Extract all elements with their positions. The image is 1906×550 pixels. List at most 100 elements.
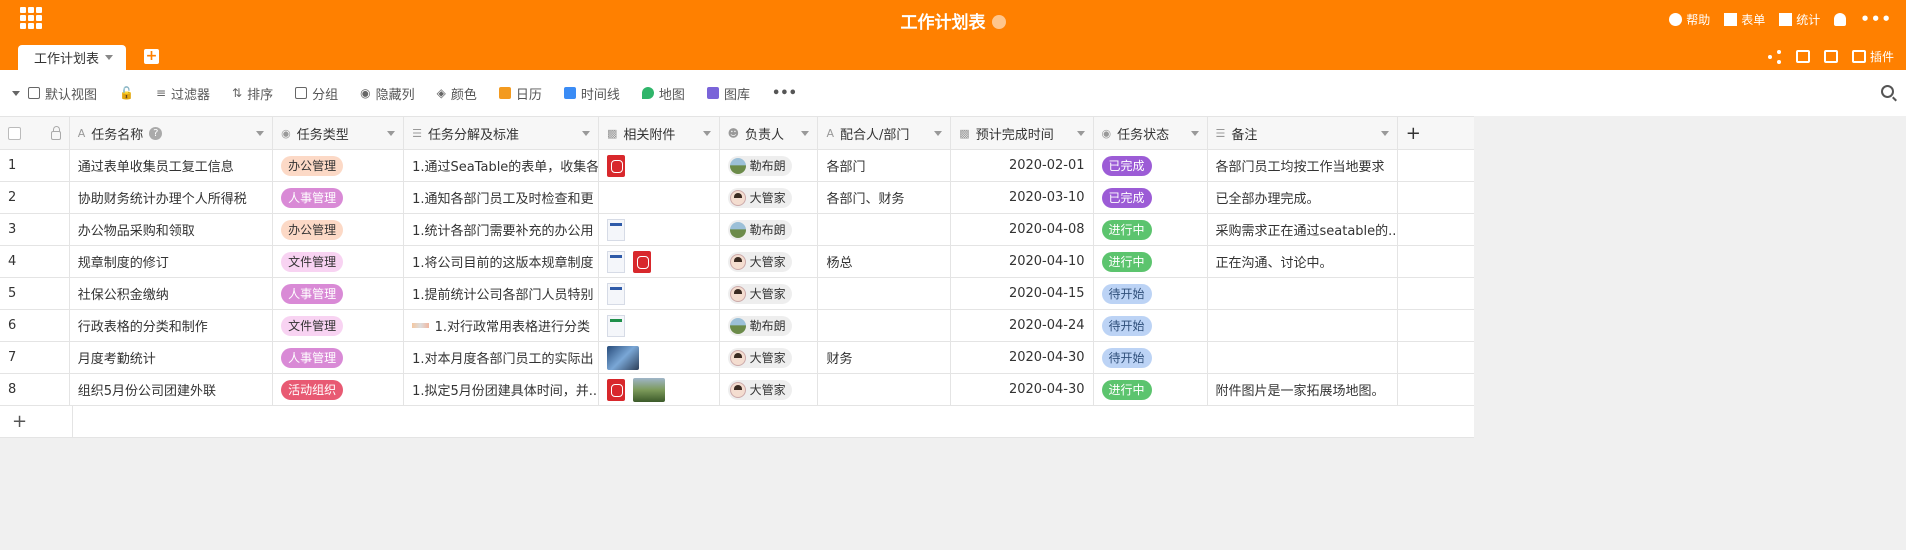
chevron-down-icon[interactable] xyxy=(256,130,265,136)
more-menu-button[interactable]: ••• xyxy=(1860,10,1892,28)
cell-type[interactable]: 人事管理 xyxy=(273,278,405,309)
help-button[interactable]: 帮助 xyxy=(1669,11,1710,28)
tab-work-plan[interactable]: 工作计划表 xyxy=(18,45,126,70)
cell-detail[interactable]: 1.提前统计公司各部门人员特别 xyxy=(404,278,600,309)
cell-status[interactable]: 进行中 xyxy=(1094,214,1208,245)
column-header-note[interactable]: ☰ 备注 xyxy=(1208,117,1398,149)
cell-owner[interactable]: 勒布朗 xyxy=(720,310,819,341)
cell-note[interactable] xyxy=(1208,342,1398,373)
toolbar-more-button[interactable]: ••• xyxy=(772,86,797,101)
doc-file-icon[interactable] xyxy=(607,282,626,305)
chevron-down-icon[interactable] xyxy=(1076,130,1085,136)
base-title[interactable]: 工作计划表 xyxy=(0,8,1906,33)
cell-owner[interactable]: 大管家 xyxy=(720,374,819,405)
cell-date[interactable]: 2020-03-10 xyxy=(951,182,1094,213)
cell-partner[interactable] xyxy=(818,278,952,309)
notification-button[interactable] xyxy=(1834,12,1847,26)
chevron-down-icon[interactable] xyxy=(934,130,943,136)
cell-attachment[interactable] xyxy=(599,182,720,213)
cell-detail[interactable]: 1.通知各部门员工及时检查和更 xyxy=(404,182,600,213)
row-number[interactable]: 4 xyxy=(0,246,70,277)
table-row[interactable]: 3 办公物品采购和领取 办公管理 1.统计各部门需要补充的办公用 勒布朗 2020-04-… xyxy=(0,214,1474,246)
cell-status[interactable]: 进行中 xyxy=(1094,374,1208,405)
calendar-button[interactable]: 日历 xyxy=(498,84,542,103)
add-row-button[interactable]: + xyxy=(0,406,73,437)
lock-button[interactable]: 🔓 xyxy=(119,86,134,100)
cell-date[interactable]: 2020-02-01 xyxy=(951,150,1094,181)
image-thumbnail[interactable] xyxy=(607,345,640,370)
gallery-button[interactable]: 图库 xyxy=(706,84,750,103)
row-number[interactable]: 3 xyxy=(0,214,70,245)
cell-status[interactable]: 已完成 xyxy=(1094,150,1208,181)
filter-button[interactable]: ≡ 过滤器 xyxy=(156,84,210,103)
info-icon[interactable] xyxy=(991,15,1006,29)
cell-note[interactable] xyxy=(1208,310,1398,341)
table-row[interactable]: 1 通过表单收集员工复工信息 办公管理 1.通过SeaTable的表单，收集各 勒布朗 各… xyxy=(0,150,1474,182)
column-header-owner[interactable]: ☻ 负责人 xyxy=(720,117,819,149)
cell-name[interactable]: 通过表单收集员工复工信息 xyxy=(70,150,274,181)
doc-file-icon[interactable] xyxy=(607,218,626,241)
cell-partner[interactable] xyxy=(818,214,952,245)
cell-note[interactable] xyxy=(1208,278,1398,309)
chevron-down-icon[interactable] xyxy=(582,130,591,136)
column-header-name[interactable]: A 任务名称? xyxy=(70,117,274,149)
view-selector[interactable]: 默认视图 xyxy=(28,84,97,103)
import-icon[interactable] xyxy=(1795,50,1810,63)
cell-name[interactable]: 办公物品采购和领取 xyxy=(70,214,274,245)
cell-detail[interactable]: 1.通过SeaTable的表单，收集各 xyxy=(404,150,600,181)
cell-owner[interactable]: 大管家 xyxy=(720,182,819,213)
cell-type[interactable]: 文件管理 xyxy=(273,310,405,341)
row-number[interactable]: 1 xyxy=(0,150,70,181)
cell-attachment[interactable] xyxy=(599,278,720,309)
cell-owner[interactable]: 大管家 xyxy=(720,278,819,309)
cell-name[interactable]: 月度考勤统计 xyxy=(70,342,274,373)
cell-note[interactable]: 附件图片是一家拓展场地图。 xyxy=(1208,374,1398,405)
code-icon[interactable] xyxy=(1823,50,1838,63)
column-header-date[interactable]: ▩ 预计完成时间 xyxy=(951,117,1094,149)
column-header-type[interactable]: ◉ 任务类型 xyxy=(273,117,405,149)
add-table-button[interactable]: + xyxy=(144,49,159,64)
cell-name[interactable]: 组织5月份公司团建外联 xyxy=(70,374,274,405)
chevron-down-icon[interactable] xyxy=(1190,130,1199,136)
question-icon[interactable]: ? xyxy=(149,126,163,140)
cell-type[interactable]: 人事管理 xyxy=(273,182,405,213)
cell-date[interactable]: 2020-04-30 xyxy=(951,374,1094,405)
cell-detail[interactable]: 1.对行政常用表格进行分类 xyxy=(404,310,600,341)
row-number[interactable]: 8 xyxy=(0,374,70,405)
image-thumbnail[interactable] xyxy=(633,377,666,402)
base-title-text[interactable]: 工作计划表 xyxy=(901,13,986,33)
pdf-file-icon[interactable] xyxy=(633,250,652,273)
chevron-down-icon[interactable] xyxy=(801,130,810,136)
chevron-down-icon[interactable] xyxy=(12,90,20,96)
pdf-file-icon[interactable] xyxy=(607,154,626,177)
plugins-button[interactable]: 插件 xyxy=(1851,48,1894,65)
cell-date[interactable]: 2020-04-10 xyxy=(951,246,1094,277)
table-row[interactable]: 5 社保公积金缴纳 人事管理 1.提前统计公司各部门人员特别 大管家 2020-04-15… xyxy=(0,278,1474,310)
cell-status[interactable]: 待开始 xyxy=(1094,342,1208,373)
stats-button[interactable]: 统计 xyxy=(1779,11,1820,28)
cell-note[interactable]: 采购需求正在通过seatable的.. xyxy=(1208,214,1398,245)
cell-attachment[interactable] xyxy=(599,214,720,245)
column-header-status[interactable]: ◉ 任务状态 xyxy=(1094,117,1208,149)
cell-owner[interactable]: 勒布朗 xyxy=(720,150,819,181)
table-row[interactable]: 7 月度考勤统计 人事管理 1.对本月度各部门员工的实际出 大管家 财务 2020-04-3… xyxy=(0,342,1474,374)
table-row[interactable]: 2 协助财务统计办理个人所得税 人事管理 1.通知各部门员工及时检查和更 大管家 各部门、… xyxy=(0,182,1474,214)
table-row[interactable]: 8 组织5月份公司团建外联 活动组织 1.拟定5月份团建具体时间，并.. 大管家 2020… xyxy=(0,374,1474,406)
cell-date[interactable]: 2020-04-15 xyxy=(951,278,1094,309)
chevron-down-icon[interactable] xyxy=(702,130,711,136)
cell-status[interactable]: 进行中 xyxy=(1094,246,1208,277)
cell-detail[interactable]: 1.对本月度各部门员工的实际出 xyxy=(404,342,600,373)
row-number[interactable]: 6 xyxy=(0,310,70,341)
chevron-down-icon[interactable] xyxy=(105,55,114,60)
cell-type[interactable]: 办公管理 xyxy=(273,214,405,245)
sheet-file-icon[interactable] xyxy=(607,314,626,337)
hide-columns-button[interactable]: ◉ 隐藏列 xyxy=(360,84,415,103)
chevron-down-icon[interactable] xyxy=(387,130,396,136)
group-button[interactable]: 分组 xyxy=(295,84,338,103)
cell-attachment[interactable] xyxy=(599,150,720,181)
cell-note[interactable]: 各部门员工均按工作当地要求 xyxy=(1208,150,1398,181)
pdf-file-icon[interactable] xyxy=(607,378,626,401)
cell-owner[interactable]: 勒布朗 xyxy=(720,214,819,245)
cell-attachment[interactable] xyxy=(599,246,720,277)
column-header-partner[interactable]: A 配合人/部门 xyxy=(818,117,952,149)
